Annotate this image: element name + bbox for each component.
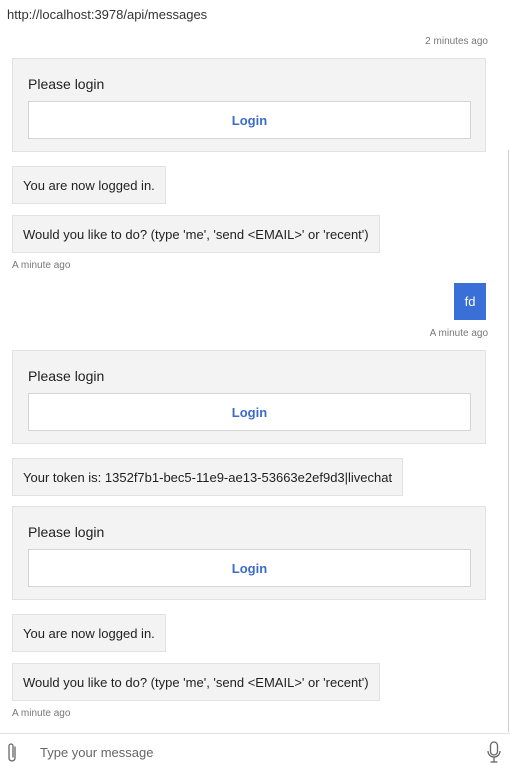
card-title: Please login <box>28 76 105 92</box>
bot-message: You are now logged in. <box>12 614 166 652</box>
login-button[interactable]: Login <box>28 101 471 139</box>
endpoint-url: http://localhost:3978/api/messages <box>7 7 208 22</box>
timestamp: A minute ago <box>12 260 71 271</box>
timestamp: 2 minutes ago <box>425 36 488 47</box>
login-card: Please login Login <box>12 506 486 600</box>
timestamp: A minute ago <box>429 328 488 339</box>
login-button[interactable]: Login <box>28 549 471 587</box>
bot-message: Would you like to do? (type 'me', 'send … <box>12 215 380 253</box>
user-message: fd <box>454 283 486 320</box>
bot-message: Would you like to do? (type 'me', 'send … <box>12 663 380 701</box>
timestamp: A minute ago <box>12 708 71 719</box>
card-title: Please login <box>28 524 105 540</box>
message-input-bar <box>0 733 510 766</box>
bot-message: You are now logged in. <box>12 166 166 204</box>
card-title: Please login <box>28 368 105 384</box>
microphone-icon[interactable] <box>486 740 502 766</box>
scrollbar[interactable] <box>508 150 509 732</box>
message-input[interactable] <box>40 742 470 762</box>
chat-window: http://localhost:3978/api/messages 2 min… <box>0 0 510 766</box>
login-card: Please login Login <box>12 58 486 152</box>
paperclip-icon[interactable] <box>5 741 19 765</box>
bot-message: Your token is: 1352f7b1-bec5-11e9-ae13-5… <box>12 458 404 496</box>
login-button[interactable]: Login <box>28 393 471 431</box>
login-card: Please login Login <box>12 350 486 444</box>
